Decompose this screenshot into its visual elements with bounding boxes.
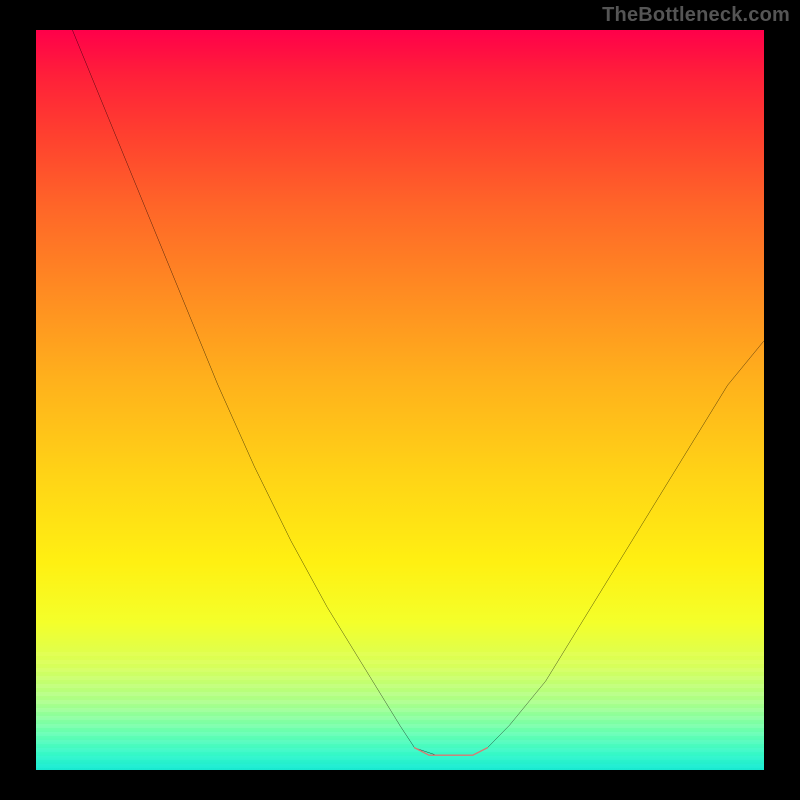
- watermark-text: TheBottleneck.com: [602, 4, 790, 27]
- bottleneck-curve-svg: [36, 30, 764, 770]
- plot-area: [36, 30, 764, 770]
- curve-main-path: [72, 30, 764, 755]
- chart-frame: TheBottleneck.com: [0, 0, 800, 800]
